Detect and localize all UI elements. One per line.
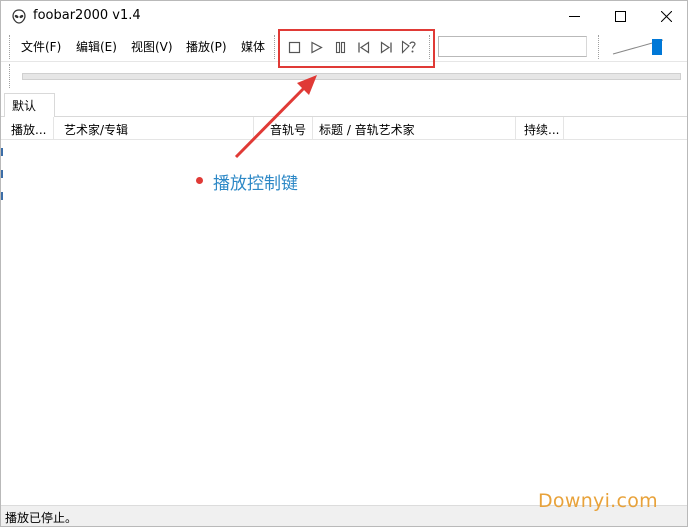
seekbar[interactable] <box>22 73 681 80</box>
status-text: 播放已停止。 <box>5 511 78 525</box>
volume-grip[interactable] <box>598 35 600 59</box>
maximize-icon <box>614 11 626 22</box>
menu-view[interactable]: 视图(V) <box>131 38 173 55</box>
maximize-button[interactable] <box>597 1 643 32</box>
menu-grip[interactable] <box>9 35 11 59</box>
foobar-window: foobar2000 v1.4 文件(F) 编辑(E) 视图(V) 播放(P) … <box>0 0 688 527</box>
column-playing[interactable]: 播放... <box>1 117 54 140</box>
previous-button[interactable] <box>354 38 372 56</box>
search-grip[interactable] <box>429 35 431 59</box>
alien-app-icon <box>12 9 26 24</box>
stop-icon <box>288 41 300 53</box>
row-marker <box>1 170 3 178</box>
minimize-icon <box>568 16 580 17</box>
row-marker <box>1 148 3 156</box>
minimize-button[interactable] <box>551 1 597 32</box>
annotation-bullet <box>196 177 203 184</box>
close-icon <box>660 11 672 22</box>
volume-slider[interactable] <box>612 37 668 57</box>
row-marker <box>1 192 3 200</box>
annotation-arrow-icon <box>234 75 317 159</box>
annotation-label: 播放控制键 <box>213 174 298 194</box>
next-button[interactable] <box>377 38 395 56</box>
menu-edit[interactable]: 编辑(E) <box>76 38 117 55</box>
playlist-tabs: 默认 <box>1 91 687 117</box>
pause-icon <box>335 41 345 53</box>
search-input[interactable] <box>438 36 587 57</box>
next-icon <box>380 40 392 54</box>
stop-button[interactable] <box>285 38 303 56</box>
close-button[interactable] <box>643 1 687 32</box>
toolbar: 文件(F) 编辑(E) 视图(V) 播放(P) 媒体 <box>1 32 687 61</box>
seekbar-row <box>1 61 687 91</box>
playlist-view[interactable] <box>1 140 687 505</box>
random-button[interactable] <box>400 38 418 56</box>
menu-playback[interactable]: 播放(P) <box>186 38 227 55</box>
pause-button[interactable] <box>331 38 349 56</box>
play-button[interactable] <box>307 38 325 56</box>
playlist-header: 播放... 艺术家/专辑 音轨号 标题 / 音轨艺术家 持续... <box>1 117 687 140</box>
menu-file[interactable]: 文件(F) <box>21 38 61 55</box>
random-icon <box>401 40 416 54</box>
column-duration[interactable]: 持续... <box>516 117 564 140</box>
window-title: foobar2000 v1.4 <box>33 8 141 23</box>
play-icon <box>310 41 323 53</box>
watermark: Downyi.com <box>538 490 658 512</box>
controls-grip[interactable] <box>274 35 276 59</box>
title-bar[interactable]: foobar2000 v1.4 <box>1 1 687 32</box>
previous-icon <box>357 40 369 54</box>
column-title-artist[interactable]: 标题 / 音轨艺术家 <box>313 117 516 140</box>
tab-default[interactable]: 默认 <box>4 93 55 117</box>
menu-library[interactable]: 媒体 <box>241 38 265 55</box>
seekbar-grip[interactable] <box>9 64 11 88</box>
